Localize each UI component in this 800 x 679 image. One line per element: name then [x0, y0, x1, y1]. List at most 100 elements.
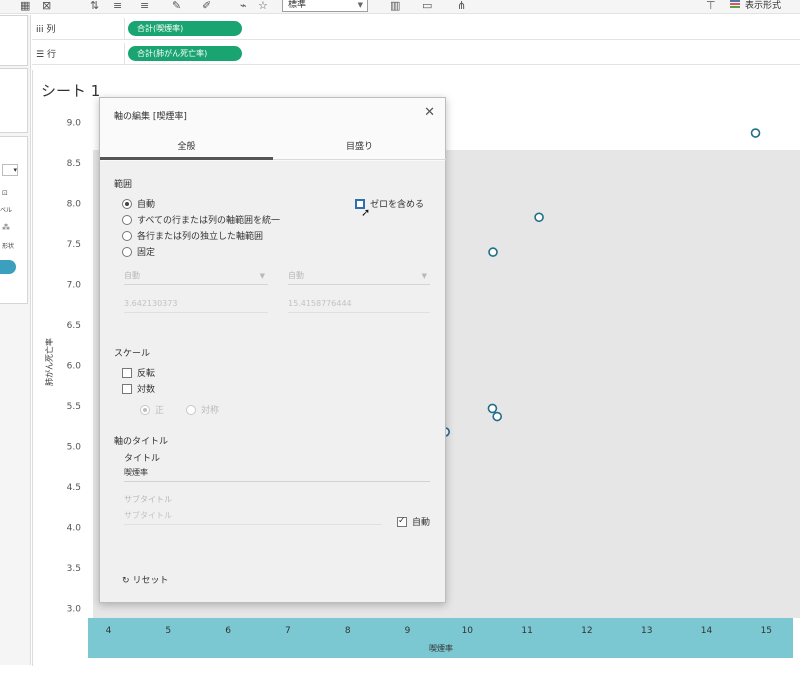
log-checkbox[interactable]	[122, 384, 132, 394]
reversed-checkbox[interactable]	[122, 368, 132, 378]
positive-label: 正	[155, 406, 165, 416]
shape-icon[interactable]: ⁂	[2, 223, 10, 232]
radio-button[interactable]	[186, 405, 196, 415]
subtitle-input[interactable]: サブタイトル	[124, 509, 382, 525]
y-tick-label: 7.0	[67, 281, 82, 291]
rows-shelf: ☰ 行 合計(肺がん死亡率)	[32, 43, 800, 65]
mouse-cursor-icon: ➚	[361, 206, 371, 219]
x-tick-label: 14	[701, 626, 713, 636]
y-tick-label: 5.5	[67, 402, 81, 412]
x-tick-label: 11	[521, 626, 532, 636]
y-tick-label: 8.0	[67, 200, 82, 210]
share-icon[interactable]: ⋔	[457, 0, 466, 12]
range-option-label: 固定	[137, 248, 156, 258]
radio-button[interactable]	[122, 247, 132, 257]
annotate-icon[interactable]: ✐	[202, 0, 211, 12]
highlight-icon[interactable]: ✎	[172, 0, 181, 12]
radio-button[interactable]	[122, 199, 132, 209]
range-end-dropdown[interactable]: 自動 ▼	[288, 269, 430, 285]
x-tick-label: 8	[345, 626, 351, 636]
y-tick-label: 9.0	[67, 119, 82, 129]
show-me-icon	[730, 0, 740, 9]
y-tick-label: 6.5	[67, 321, 81, 331]
x-tick-label: 7	[285, 626, 291, 636]
include-zero-label: ゼロを含める	[370, 200, 425, 210]
range-option-label: 自動	[137, 200, 156, 210]
range-option-fixed[interactable]: 固定	[122, 247, 155, 259]
chart-icon[interactable]: ▦	[20, 0, 30, 12]
columns-shelf-label: iii 列	[36, 22, 55, 35]
measure-pill[interactable]	[0, 260, 16, 274]
radio-button[interactable]	[122, 215, 132, 225]
swap-icon[interactable]: ⇅	[90, 0, 99, 12]
symmetric-label: 対称	[201, 406, 220, 416]
data-point[interactable]	[750, 128, 761, 138]
x-tick-label: 12	[581, 626, 592, 636]
dialog-title: 軸の編集 [喫煙率]	[114, 112, 187, 122]
tooltip-icon[interactable]: ⊤	[706, 0, 716, 12]
columns-icon: iii	[36, 25, 44, 35]
range-start-dropdown[interactable]: 自動 ▼	[124, 269, 268, 285]
data-point[interactable]	[487, 403, 498, 414]
x-tick-label: 4	[106, 626, 112, 636]
data-point[interactable]	[534, 212, 544, 223]
sort-desc-icon[interactable]: ≡	[140, 0, 149, 12]
filters-card	[0, 68, 28, 133]
label-icon[interactable]: ⊡	[2, 189, 8, 197]
data-point[interactable]	[488, 247, 498, 257]
axis-title-heading: 軸のタイトル	[114, 437, 169, 447]
range-option-independent[interactable]: 各行または列の独立した軸範囲	[122, 231, 263, 243]
rows-label: 行	[46, 50, 56, 60]
close-icon[interactable]: ✕	[424, 105, 435, 120]
y-tick-label: 7.5	[67, 240, 81, 250]
tab-tick-marks[interactable]: 目盛り	[273, 136, 446, 160]
log-label: 対数	[137, 385, 156, 395]
rows-icon: ☰	[36, 50, 45, 60]
presentation-icon[interactable]: ▭	[422, 0, 432, 12]
show-me-button[interactable]: 表示形式	[730, 0, 781, 12]
clear-sheet-icon[interactable]: ⊠	[42, 0, 51, 12]
group-icon[interactable]: ⌁	[240, 0, 247, 12]
log-symmetric-option[interactable]: 対称	[186, 405, 219, 417]
range-option-label: すべての行または列の軸範囲を統一	[137, 216, 281, 226]
pages-card	[0, 15, 28, 66]
reset-button[interactable]: ↻ リセット	[122, 576, 169, 587]
mark-type-dropdown[interactable]: ▾	[2, 164, 18, 176]
tab-general[interactable]: 全般	[100, 136, 273, 160]
sort-asc-icon[interactable]: ≡	[113, 0, 122, 12]
scale-heading: スケール	[114, 349, 151, 359]
labels-icon[interactable]: ▥	[390, 0, 400, 12]
scale-log-row[interactable]: 対数	[122, 384, 155, 396]
x-tick-label: 10	[462, 626, 474, 636]
reset-label: リセット	[132, 576, 169, 586]
toolbar: ▦ ⊠ ⇅ ≡ ≡ ✎ ✐ ⌁ ☆ 標準 ▼ ▥ ▭ ⋔ ⊤ 表示形式	[0, 0, 800, 14]
fit-select[interactable]: 標準 ▼	[282, 0, 368, 12]
range-end-field[interactable]: 15.4158776444	[288, 297, 430, 313]
subtitle-auto-checkbox[interactable]	[397, 516, 407, 527]
axis-title-input[interactable]: 喫煙率	[124, 466, 430, 482]
subtitle-auto-row[interactable]: 自動	[397, 516, 431, 529]
range-start-field[interactable]: 3.642130373	[124, 297, 268, 313]
data-point[interactable]	[492, 411, 503, 422]
columns-label: 列	[46, 25, 56, 35]
reset-icon: ↻	[122, 576, 130, 586]
chevron-down-icon: ▼	[259, 272, 265, 280]
log-positive-option[interactable]: 正	[140, 405, 164, 417]
rows-pill[interactable]: 合計(肺がん死亡率)	[128, 46, 242, 61]
subtitle-auto-label: 自動	[412, 518, 431, 528]
range-option-uniform[interactable]: すべての行または列の軸範囲を統一	[122, 215, 280, 227]
shape-card-label: 形状	[2, 243, 15, 250]
columns-pill[interactable]: 合計(喫煙率)	[128, 21, 242, 36]
x-tick-label: 6	[225, 626, 231, 636]
pin-icon[interactable]: ☆	[258, 0, 268, 12]
x-tick-label: 13	[641, 626, 652, 636]
columns-shelf: iii 列 合計(喫煙率)	[32, 18, 800, 40]
y-tick-label: 5.0	[67, 443, 82, 453]
radio-button[interactable]	[122, 231, 132, 241]
range-option-auto[interactable]: 自動	[122, 199, 155, 211]
scale-reversed-row[interactable]: 反転	[122, 368, 155, 380]
radio-button[interactable]	[140, 405, 150, 415]
chevron-down-icon: ▼	[357, 1, 363, 9]
x-axis-title: 喫煙率	[429, 643, 453, 653]
y-tick-label: 3.0	[67, 605, 82, 615]
